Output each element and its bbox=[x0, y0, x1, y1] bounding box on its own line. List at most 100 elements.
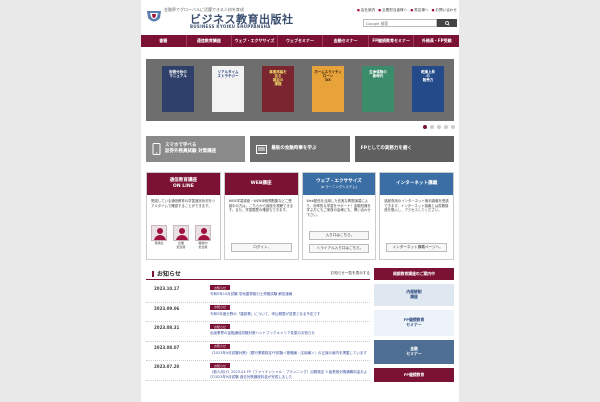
side-banner-text: 金融 セミナー bbox=[406, 346, 422, 356]
box-title: WEB講座 bbox=[250, 181, 272, 187]
box-description: 講座専用のインターネット無料講義を受講できます。インターネット講義とは書籍講座を… bbox=[384, 199, 449, 213]
internet-lecture-button[interactable]: インターネット講義ページへ bbox=[386, 243, 447, 252]
page: 金融界でグローバルに活躍できる人材を育成 ビジネス教育出版社 BUSINESS … bbox=[141, 0, 459, 402]
avatar-label: 職場内 担当者 bbox=[198, 241, 208, 249]
banner-smartphone-course[interactable]: スマホで学べる 証券外務員試験 対策講座 bbox=[146, 136, 246, 162]
nav-correspondence[interactable]: 通信教育講座 bbox=[187, 35, 233, 47]
news-list: 2023.10.17 お知らせ 令和5年10月試験 宅地建物取引士資格試験 解答… bbox=[146, 283, 370, 381]
news-link[interactable]: 《新人向け》2023-24 FP（ファイナンシャル・プランニング）出題検定 3 … bbox=[210, 370, 368, 379]
news-item[interactable]: 2023.08.07 お知らせ 《2023年9月試験対策》（銀行業務検定FP試験… bbox=[146, 342, 370, 361]
trial-entrance-button[interactable]: トライアル入り口はこちら bbox=[308, 244, 370, 253]
carousel-book[interactable]: ホームエクイティ ローン DX bbox=[312, 66, 344, 112]
news-badge: お知らせ bbox=[210, 324, 230, 329]
box-description: 受講している通信教育の学習進捗状況をリアルタイムで確認することができます。 bbox=[151, 199, 216, 208]
link-contact[interactable]: お問い合わせ bbox=[432, 8, 457, 13]
banner-text: スマホで学べる 証券外務員試験 対策講座 bbox=[165, 143, 217, 154]
box-web-course: WEB講座 WEB学習講座・WEB添削問題集などご受講中の方は、こちらから講座を… bbox=[223, 172, 299, 260]
nav-books[interactable]: 書籍 bbox=[141, 35, 187, 47]
logo-shield-icon[interactable] bbox=[146, 9, 162, 25]
carousel-book[interactable]: 乾燥上昇 の 販売力 bbox=[412, 66, 444, 112]
carousel-dot[interactable] bbox=[444, 125, 448, 129]
brand-name-en: BUSINESS KYOIKU SHUPPANSHA bbox=[190, 24, 271, 29]
site-search bbox=[363, 19, 457, 27]
news-item[interactable]: 2023.10.17 お知らせ 令和5年10月試験 宅地建物取引士資格試験 解答… bbox=[146, 283, 370, 303]
user-type-links: 受講生 企業 担当者 職場内 担当者 bbox=[151, 225, 211, 249]
news-title: お知らせ bbox=[152, 269, 181, 278]
sidebar-banners: 純銀教育講座のご案内中 内部統制 講座 FP継続教育 セミナー 金融 セミナー … bbox=[374, 268, 454, 386]
news-link[interactable]: 《2023年9月試験対策》（銀行業務検定FP試験＜基礎編・応用編＞）の正誤の案内… bbox=[210, 351, 368, 356]
box-header[interactable]: WEB講座 bbox=[224, 173, 298, 195]
side-banner[interactable]: 内部統制 講座 bbox=[374, 284, 454, 306]
link-corporate-admin[interactable]: 企業 担当者 bbox=[173, 225, 189, 249]
carousel-dot[interactable] bbox=[437, 125, 441, 129]
box-internet-lecture: インターネット講義 講座専用のインターネット無料講義を受講できます。インターネッ… bbox=[379, 172, 454, 260]
side-banner[interactable]: FP継続教育 bbox=[374, 368, 454, 382]
side-banner-text: 純銀教育講座のご案内中 bbox=[393, 270, 435, 276]
box-title: インターネット講義 bbox=[395, 181, 438, 187]
side-banner[interactable]: FP継続教育 セミナー bbox=[374, 310, 454, 336]
news-date: 2023.10.17 bbox=[154, 286, 180, 291]
nav-finance-seminar[interactable]: 金融セミナー bbox=[323, 35, 369, 47]
side-banner-text: FP継続教育 セミナー bbox=[403, 317, 425, 327]
news-link[interactable]: 出版業界の金融通信試験対策ハンドブックキャリア変更のお知らせ bbox=[210, 331, 368, 336]
nav-web-seminar[interactable]: ウェブセミナー bbox=[278, 35, 324, 47]
site-header: 金融界でグローバルに活躍できる人材を育成 ビジネス教育出版社 BUSINESS … bbox=[141, 0, 459, 34]
news-item[interactable]: 2023.07.20 お知らせ 《新人向け》2023-24 FP（ファイナンシャ… bbox=[146, 361, 370, 381]
login-button[interactable]: ログイン bbox=[230, 243, 292, 252]
link-student[interactable]: 受講生 bbox=[151, 225, 167, 249]
main-nav: 書籍 通信教育講座 ウェブ・エクササイズ ウェブセミナー 金融セミナー FP継続… bbox=[141, 35, 459, 47]
nav-web-exercise[interactable]: ウェブ・エクササイズ bbox=[232, 35, 278, 47]
avatar-label: 受講生 bbox=[154, 241, 164, 245]
news-date: 2023.07.20 bbox=[154, 364, 180, 369]
entrance-button[interactable]: 入り口はこちら bbox=[308, 231, 370, 240]
book-carousel[interactable]: 財務分析の マニュアル リアルタイム ストラテジー 事業再編を 巡る 損益の 課… bbox=[146, 59, 454, 121]
news-badge: お知らせ bbox=[210, 343, 230, 349]
avatar-label: 企業 担当者 bbox=[176, 241, 186, 249]
news-link[interactable]: 令和5年度分野の「建設業」について、申込期限が変更となる予定です bbox=[210, 312, 368, 317]
banner-text: 最新の金融時事を学ぶ bbox=[271, 146, 317, 152]
link-corporate[interactable]: 企業担当者様へ bbox=[378, 8, 407, 13]
nav-exam[interactable]: 外務員・FP受験 bbox=[414, 35, 459, 47]
box-description: Web配信を活用した充実な問題演習により、効率的な学習をサポート！金融知識を学ぶ… bbox=[306, 199, 371, 217]
news-badge: お知らせ bbox=[210, 304, 230, 310]
book-title: ホームエクイティ ローン DX bbox=[314, 70, 342, 83]
side-banner[interactable]: 純銀教育講座のご案内中 bbox=[374, 268, 454, 280]
box-subtitle: (e-ラーニングシステム) bbox=[320, 184, 358, 189]
news-date: 2023.09.06 bbox=[154, 305, 180, 311]
carousel-book[interactable]: 事業再編を 巡る 損益の 課題 bbox=[262, 66, 294, 112]
banner-fp-skills[interactable]: FPとしての実務力を磨く bbox=[354, 136, 454, 162]
carousel-book[interactable]: リアルタイム ストラテジー bbox=[212, 66, 244, 112]
banner-finance-news[interactable]: 最新の金融時事を学ぶ bbox=[250, 136, 350, 162]
book-title: 乾燥上昇 の 販売力 bbox=[421, 70, 435, 83]
link-company[interactable]: 会社案内 bbox=[357, 8, 375, 13]
nav-fp-seminar[interactable]: FP継続教育セミナー bbox=[369, 35, 415, 47]
box-header[interactable]: インターネット講義 bbox=[380, 173, 453, 195]
news-more-link[interactable]: お知らせ一覧を表示する bbox=[331, 271, 370, 276]
side-banner[interactable]: 金融 セミナー bbox=[374, 340, 454, 364]
news-item[interactable]: 2023.09.06 お知らせ 令和5年度分野の「建設業」について、申込期限が変… bbox=[146, 303, 370, 322]
news-link[interactable]: 令和5年10月試験 宅地建物取引士資格試験 解答速報 bbox=[210, 292, 368, 297]
side-banner-text: 内部統制 講座 bbox=[406, 289, 422, 299]
box-header[interactable]: 通信教育講座 ON LINE bbox=[147, 173, 220, 195]
carousel-dot[interactable] bbox=[430, 125, 434, 129]
book-title: 生命保険の 新時代 bbox=[369, 70, 387, 79]
carousel-dot[interactable] bbox=[423, 125, 427, 129]
carousel-book[interactable]: 生命保険の 新時代 bbox=[362, 66, 394, 112]
search-icon bbox=[444, 20, 450, 26]
person-icon bbox=[173, 225, 189, 241]
link-bookstores[interactable]: 書店様へ bbox=[410, 8, 428, 13]
box-description: WEB学習講座・WEB添削問題集などご受講中の方は、こちらから講座を視聴できます… bbox=[228, 199, 294, 213]
news-badge: お知らせ bbox=[210, 363, 230, 368]
box-correspondence: 通信教育講座 ON LINE 受講している通信教育の学習進捗状況をリアルタイムで… bbox=[146, 172, 221, 260]
news-date: 2023.08.31 bbox=[154, 325, 180, 330]
carousel-dot[interactable] bbox=[451, 125, 455, 129]
link-workplace-admin[interactable]: 職場内 担当者 bbox=[195, 225, 211, 249]
box-header[interactable]: ウェブ・エクササイズ (e-ラーニングシステム) bbox=[302, 173, 376, 195]
news-item[interactable]: 2023.08.31 お知らせ 出版業界の金融通信試験対策ハンドブックキャリア変… bbox=[146, 322, 370, 342]
search-button[interactable] bbox=[437, 19, 457, 27]
search-input[interactable] bbox=[363, 19, 437, 27]
carousel-dots bbox=[423, 125, 455, 129]
banner-text: FPとしての実務力を磨く bbox=[360, 146, 412, 152]
carousel-book[interactable]: 財務分析の マニュアル bbox=[162, 66, 194, 112]
newspaper-icon bbox=[256, 144, 268, 154]
